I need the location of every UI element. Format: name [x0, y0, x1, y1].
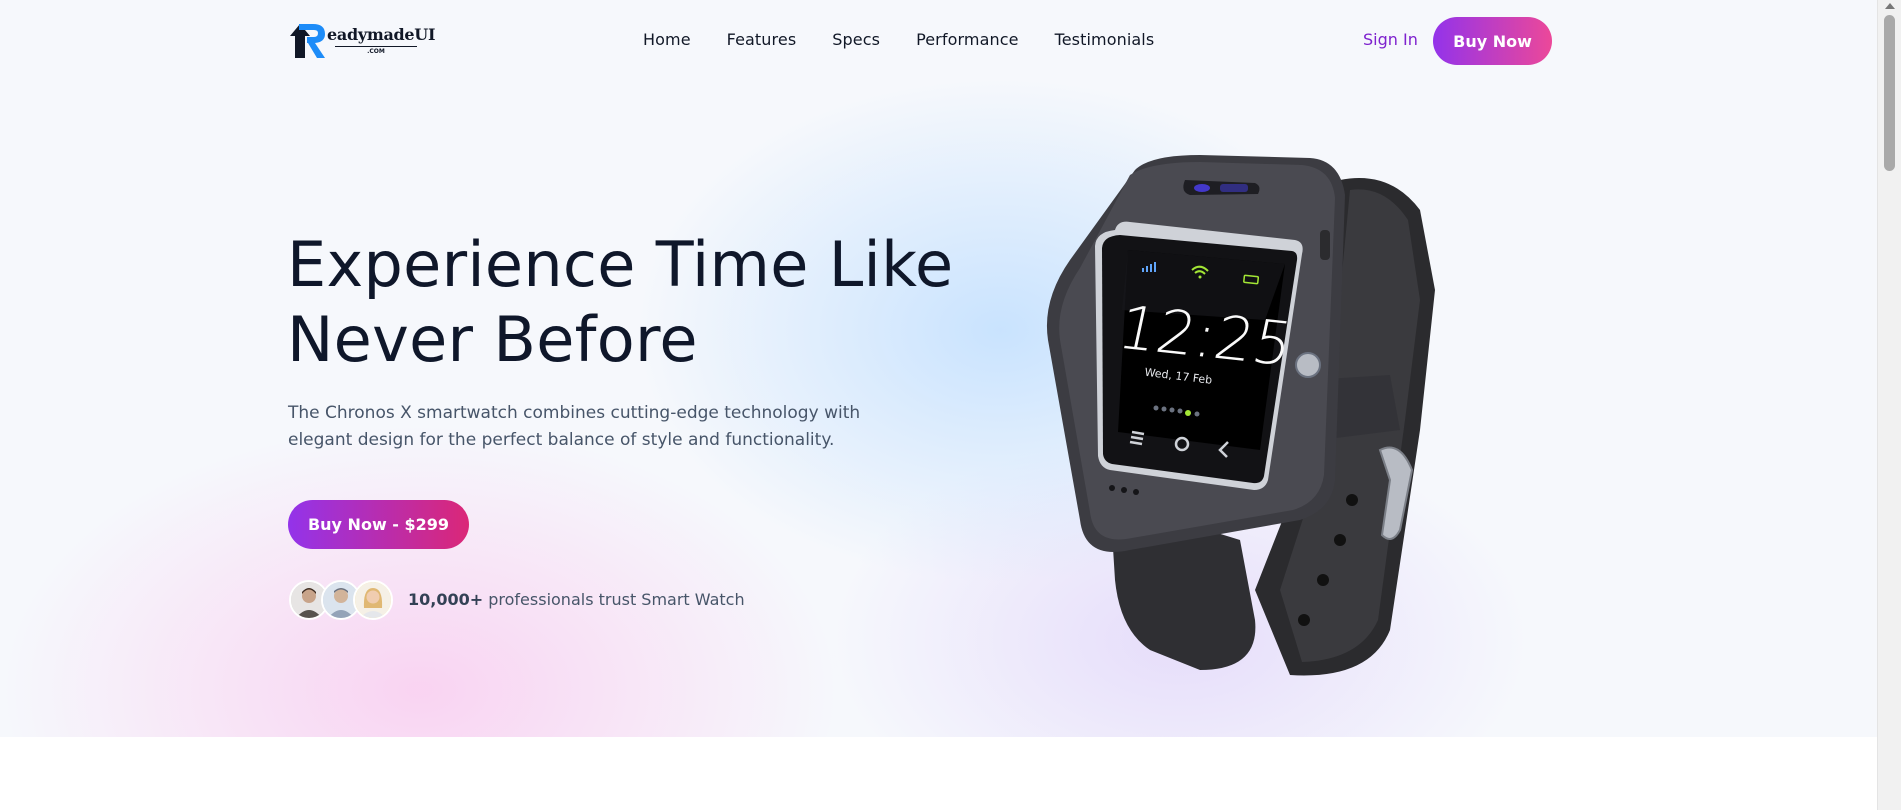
logo-text: eadymadeUI	[327, 25, 436, 44]
buy-now-button[interactable]: Buy Now	[1433, 17, 1552, 65]
logo-subtext: .COM	[335, 46, 417, 55]
brand-logo[interactable]: eadymadeUI .COM	[287, 20, 437, 60]
hero-section: eadymadeUI .COM Home Features Specs Perf…	[0, 0, 1877, 737]
headline-line-2: Never Before	[287, 303, 698, 376]
smartwatch-image: 12:25 Wed, 17 Feb	[1046, 155, 1435, 676]
avatar	[353, 580, 393, 620]
scroll-up-icon[interactable]	[1885, 3, 1895, 9]
trust-text: 10,000+ professionals trust Smart Watch	[408, 590, 745, 609]
sign-in-link[interactable]: Sign In	[1363, 30, 1418, 49]
trust-label: professionals trust Smart Watch	[483, 590, 745, 609]
hero-headline: Experience Time Like Never Before	[287, 227, 967, 377]
buy-now-price-button[interactable]: Buy Now - $299	[288, 500, 469, 549]
next-section	[0, 737, 1877, 810]
avatar-group	[289, 580, 393, 620]
nav-features[interactable]: Features	[727, 30, 797, 49]
headline-line-1: Experience Time Like	[287, 228, 954, 301]
logo-arrow-icon	[290, 24, 325, 58]
nav-performance[interactable]: Performance	[916, 30, 1019, 49]
nav-home[interactable]: Home	[643, 30, 691, 49]
nav-testimonials[interactable]: Testimonials	[1055, 30, 1155, 49]
main-nav: Home Features Specs Performance Testimon…	[643, 30, 1190, 49]
trust-count: 10,000+	[408, 590, 484, 609]
scroll-thumb[interactable]	[1884, 15, 1895, 171]
nav-specs[interactable]: Specs	[832, 30, 880, 49]
page-scrollbar[interactable]	[1877, 0, 1901, 810]
hero-description: The Chronos X smartwatch combines cuttin…	[288, 403, 861, 450]
